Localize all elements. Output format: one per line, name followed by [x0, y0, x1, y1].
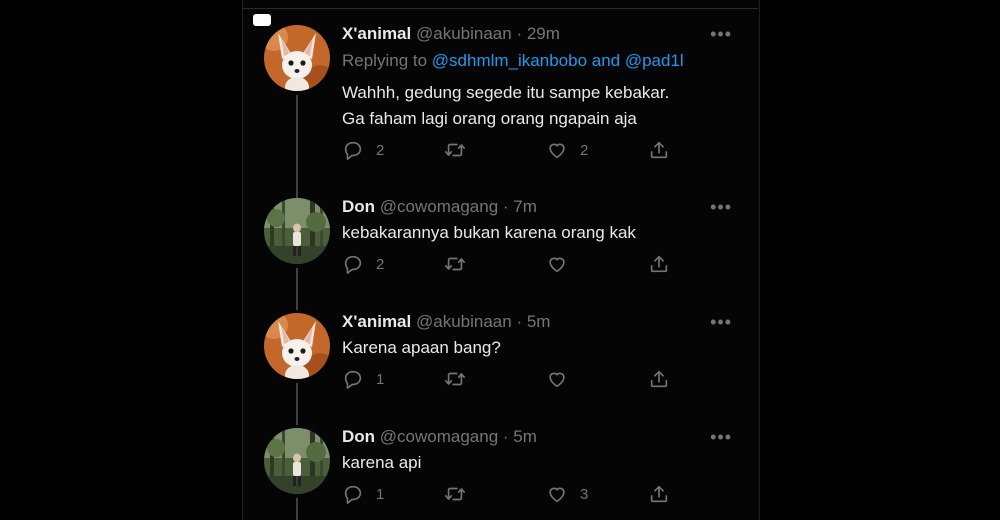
reply-button[interactable]: 2	[342, 253, 384, 275]
thread-line	[296, 383, 298, 425]
retweet-icon	[444, 139, 466, 161]
tweet-text: kebakarannya bukan karena orang kak	[342, 220, 636, 246]
share-icon	[648, 483, 670, 505]
handle[interactable]: @akubinaan	[416, 312, 512, 331]
reply-count: 1	[376, 485, 385, 503]
reply-icon	[342, 368, 364, 390]
tweet-text: Wahhh, gedung segede itu sampe kebakar. …	[342, 80, 669, 132]
retweet-icon	[444, 483, 466, 505]
timestamp[interactable]: · 5m	[516, 312, 550, 331]
thread-line	[296, 498, 298, 520]
display-name[interactable]: X'animal	[342, 312, 411, 331]
thread-line	[296, 95, 298, 200]
reply-button[interactable]: 1	[342, 368, 384, 390]
tweet-4[interactable]: Don @cowomagang · 5m ••• karena api 1 3	[242, 420, 758, 520]
heart-icon	[546, 139, 568, 161]
tweet-actions: 1 3	[342, 483, 672, 507]
tweet-text-line: kebakarannya bukan karena orang kak	[342, 223, 636, 242]
tweet-header: X'animal @akubinaan · 29m	[342, 24, 560, 44]
share-button[interactable]	[648, 139, 670, 161]
tweet-text-line: karena api	[342, 453, 422, 472]
tweet-actions: 1	[342, 368, 672, 392]
tweet-1[interactable]: X'animal @akubinaan · 29m ••• Replying t…	[242, 0, 758, 200]
reply-button[interactable]: 2	[342, 139, 384, 161]
share-button[interactable]	[648, 253, 670, 275]
timestamp[interactable]: · 5m	[503, 427, 537, 446]
share-icon	[648, 368, 670, 390]
share-icon	[648, 139, 670, 161]
more-options-icon[interactable]: •••	[710, 427, 732, 448]
more-options-icon[interactable]: •••	[710, 312, 732, 333]
tweet-2[interactable]: Don @cowomagang · 7m ••• kebakarannya bu…	[242, 190, 758, 310]
retweet-icon	[444, 253, 466, 275]
replying-to-link[interactable]: @sdhmlm_ikanbobo and @pad1l	[432, 51, 684, 70]
reply-icon	[342, 483, 364, 505]
retweet-button[interactable]	[444, 483, 478, 505]
share-icon	[648, 253, 670, 275]
like-button[interactable]	[546, 253, 580, 275]
heart-icon	[546, 253, 568, 275]
tweet-text: Karena apaan bang?	[342, 335, 501, 361]
handle[interactable]: @cowomagang	[380, 427, 498, 446]
timestamp[interactable]: · 29m	[516, 24, 559, 43]
share-button[interactable]	[648, 483, 670, 505]
like-count: 3	[580, 485, 589, 503]
reply-count: 1	[376, 370, 385, 388]
tweet-header: Don @cowomagang · 5m	[342, 427, 537, 447]
like-button[interactable]	[546, 368, 580, 390]
retweet-button[interactable]	[444, 368, 478, 390]
replying-prefix: Replying to	[342, 51, 428, 70]
display-name[interactable]: X'animal	[342, 24, 411, 43]
reply-icon	[342, 253, 364, 275]
reply-button[interactable]: 1	[342, 483, 384, 505]
display-name[interactable]: Don	[342, 427, 375, 446]
tweet-3[interactable]: X'animal @akubinaan · 5m ••• Karena apaa…	[242, 305, 758, 425]
tweet-actions: 2 2	[342, 139, 672, 163]
tweet-text: karena api	[342, 450, 421, 476]
reply-count: 2	[376, 141, 385, 159]
tweet-actions: 2	[342, 253, 672, 277]
thread-line	[296, 268, 298, 310]
more-options-icon[interactable]: •••	[710, 197, 732, 218]
display-name[interactable]: Don	[342, 197, 375, 216]
reply-count: 2	[376, 255, 385, 273]
tweet-text-line: Ga faham lagi orang orang ngapain aja	[342, 109, 637, 128]
replying-to: Replying to @sdhmlm_ikanbobo and @pad1l	[342, 51, 684, 71]
handle[interactable]: @cowomagang	[380, 197, 498, 216]
forest-person-avatar[interactable]	[264, 198, 330, 264]
reply-icon	[342, 139, 364, 161]
handle[interactable]: @akubinaan	[416, 24, 512, 43]
fennec-fox-avatar[interactable]	[264, 313, 330, 379]
tweet-header: X'animal @akubinaan · 5m	[342, 312, 550, 332]
fennec-fox-avatar[interactable]	[264, 25, 330, 91]
tweet-header: Don @cowomagang · 7m	[342, 197, 537, 217]
share-button[interactable]	[648, 368, 670, 390]
forest-person-avatar[interactable]	[264, 428, 330, 494]
heart-icon	[546, 483, 568, 505]
like-count: 2	[580, 141, 589, 159]
more-options-icon[interactable]: •••	[710, 24, 732, 45]
tweet-text-line: Karena apaan bang?	[342, 338, 501, 357]
like-button[interactable]: 2	[546, 139, 588, 161]
timestamp[interactable]: · 7m	[503, 197, 537, 216]
retweet-button[interactable]	[444, 139, 478, 161]
heart-icon	[546, 368, 568, 390]
retweet-button[interactable]	[444, 253, 478, 275]
tweet-text-line: Wahhh, gedung segede itu sampe kebakar.	[342, 83, 670, 102]
like-button[interactable]: 3	[546, 483, 588, 505]
retweet-icon	[444, 368, 466, 390]
